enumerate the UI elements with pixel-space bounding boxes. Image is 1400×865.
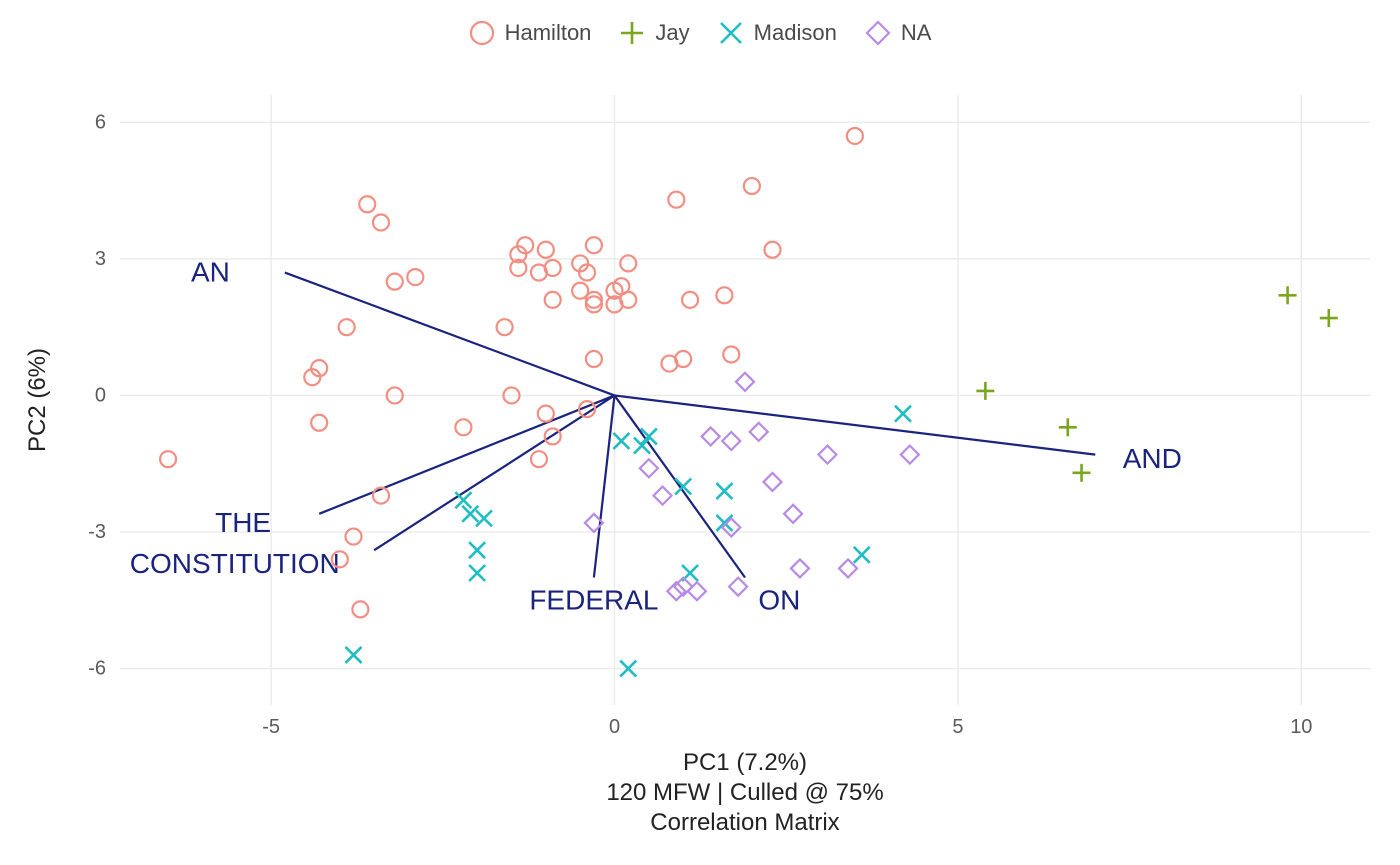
caption-line-2: Correlation Matrix: [650, 809, 839, 836]
data-point: [791, 559, 809, 577]
hamilton-marker-icon: [469, 20, 495, 46]
legend-item-jay: Jay: [619, 20, 689, 46]
y-tick-label: -3: [88, 521, 106, 543]
data-point: [744, 178, 760, 194]
data-point: [586, 351, 602, 367]
data-point: [640, 459, 658, 477]
data-point: [620, 255, 636, 271]
data-point: [497, 319, 513, 335]
loading-label-federal: FEDERAL: [529, 584, 658, 615]
loading-label-the: THE: [215, 507, 271, 538]
data-point: [976, 382, 994, 400]
legend-item-madison: Madison: [718, 20, 837, 46]
na-marker-icon: [865, 20, 891, 46]
data-point: [634, 438, 650, 454]
data-point: [538, 242, 554, 258]
legend-label-jay: Jay: [655, 20, 689, 46]
data-point: [682, 292, 698, 308]
data-point: [476, 510, 492, 526]
data-point: [668, 192, 684, 208]
jay-marker-icon: [619, 20, 645, 46]
data-point: [847, 128, 863, 144]
data-point: [1059, 418, 1077, 436]
x-tick-label: 0: [609, 716, 620, 738]
data-point: [311, 415, 327, 431]
data-point: [784, 505, 802, 523]
loading-label-on: ON: [758, 584, 800, 615]
data-point: [545, 260, 561, 276]
data-point: [1073, 464, 1091, 482]
data-point: [723, 346, 739, 362]
loading-label-an: AN: [191, 257, 230, 288]
data-point: [722, 432, 740, 450]
plot-area: ANANDTHECONSTITUTIONFEDERALON-50510-6-30…: [120, 95, 1370, 705]
caption-line-1: 120 MFW | Culled @ 75%: [606, 779, 883, 806]
data-point: [736, 373, 754, 391]
y-tick-label: 3: [95, 248, 106, 270]
loading-label-constitution: CONSTITUTION: [130, 548, 340, 579]
data-point: [901, 446, 919, 464]
data-point: [702, 427, 720, 445]
legend-item-hamilton: Hamilton: [469, 20, 592, 46]
data-point: [352, 601, 368, 617]
data-point: [538, 406, 554, 422]
data-point: [469, 542, 485, 558]
data-point: [455, 419, 471, 435]
loading-vector-on: [615, 395, 745, 577]
x-tick-label: 10: [1290, 716, 1312, 738]
data-point: [339, 319, 355, 335]
data-point: [716, 287, 732, 303]
x-axis-title: PC1 (7.2%): [683, 749, 807, 776]
data-point: [407, 269, 423, 285]
data-point: [1279, 286, 1297, 304]
data-point: [818, 446, 836, 464]
data-point: [729, 578, 747, 596]
data-point: [654, 487, 672, 505]
data-point: [675, 351, 691, 367]
data-point: [545, 292, 561, 308]
data-point: [620, 292, 636, 308]
x-tick-label: 5: [952, 716, 963, 738]
data-point: [469, 565, 485, 581]
legend-label-na: NA: [901, 20, 932, 46]
y-tick-label: -6: [88, 658, 106, 680]
y-tick-label: 6: [95, 111, 106, 133]
data-point: [346, 647, 362, 663]
madison-marker-icon: [718, 20, 744, 46]
loading-label-and: AND: [1123, 443, 1182, 474]
legend: Hamilton Jay Madison NA: [0, 20, 1400, 52]
data-point: [387, 274, 403, 290]
data-point: [854, 547, 870, 563]
data-point: [613, 433, 629, 449]
legend-item-na: NA: [865, 20, 932, 46]
data-point: [359, 196, 375, 212]
data-point: [764, 242, 780, 258]
data-point: [373, 214, 389, 230]
data-point: [716, 483, 732, 499]
loading-vector-an: [285, 273, 615, 396]
loading-vector-constitution: [374, 395, 614, 550]
data-point: [346, 529, 362, 545]
loading-vector-and: [615, 395, 1096, 454]
pca-biplot: Hamilton Jay Madison NA AN AND THE CONSTITUTIO…: [0, 0, 1400, 865]
y-axis-title: PC2 (6%): [24, 348, 51, 452]
x-tick-label: -5: [262, 716, 280, 738]
data-point: [1320, 309, 1338, 327]
data-point: [531, 451, 547, 467]
data-point: [586, 237, 602, 253]
loading-vector-federal: [594, 395, 615, 577]
legend-label-hamilton: Hamilton: [505, 20, 592, 46]
data-point: [895, 406, 911, 422]
data-point: [763, 473, 781, 491]
data-point: [750, 423, 768, 441]
data-point: [160, 451, 176, 467]
y-tick-label: 0: [95, 384, 106, 406]
plot-svg: ANANDTHECONSTITUTIONFEDERALON-50510-6-30…: [120, 95, 1370, 705]
legend-label-madison: Madison: [754, 20, 837, 46]
